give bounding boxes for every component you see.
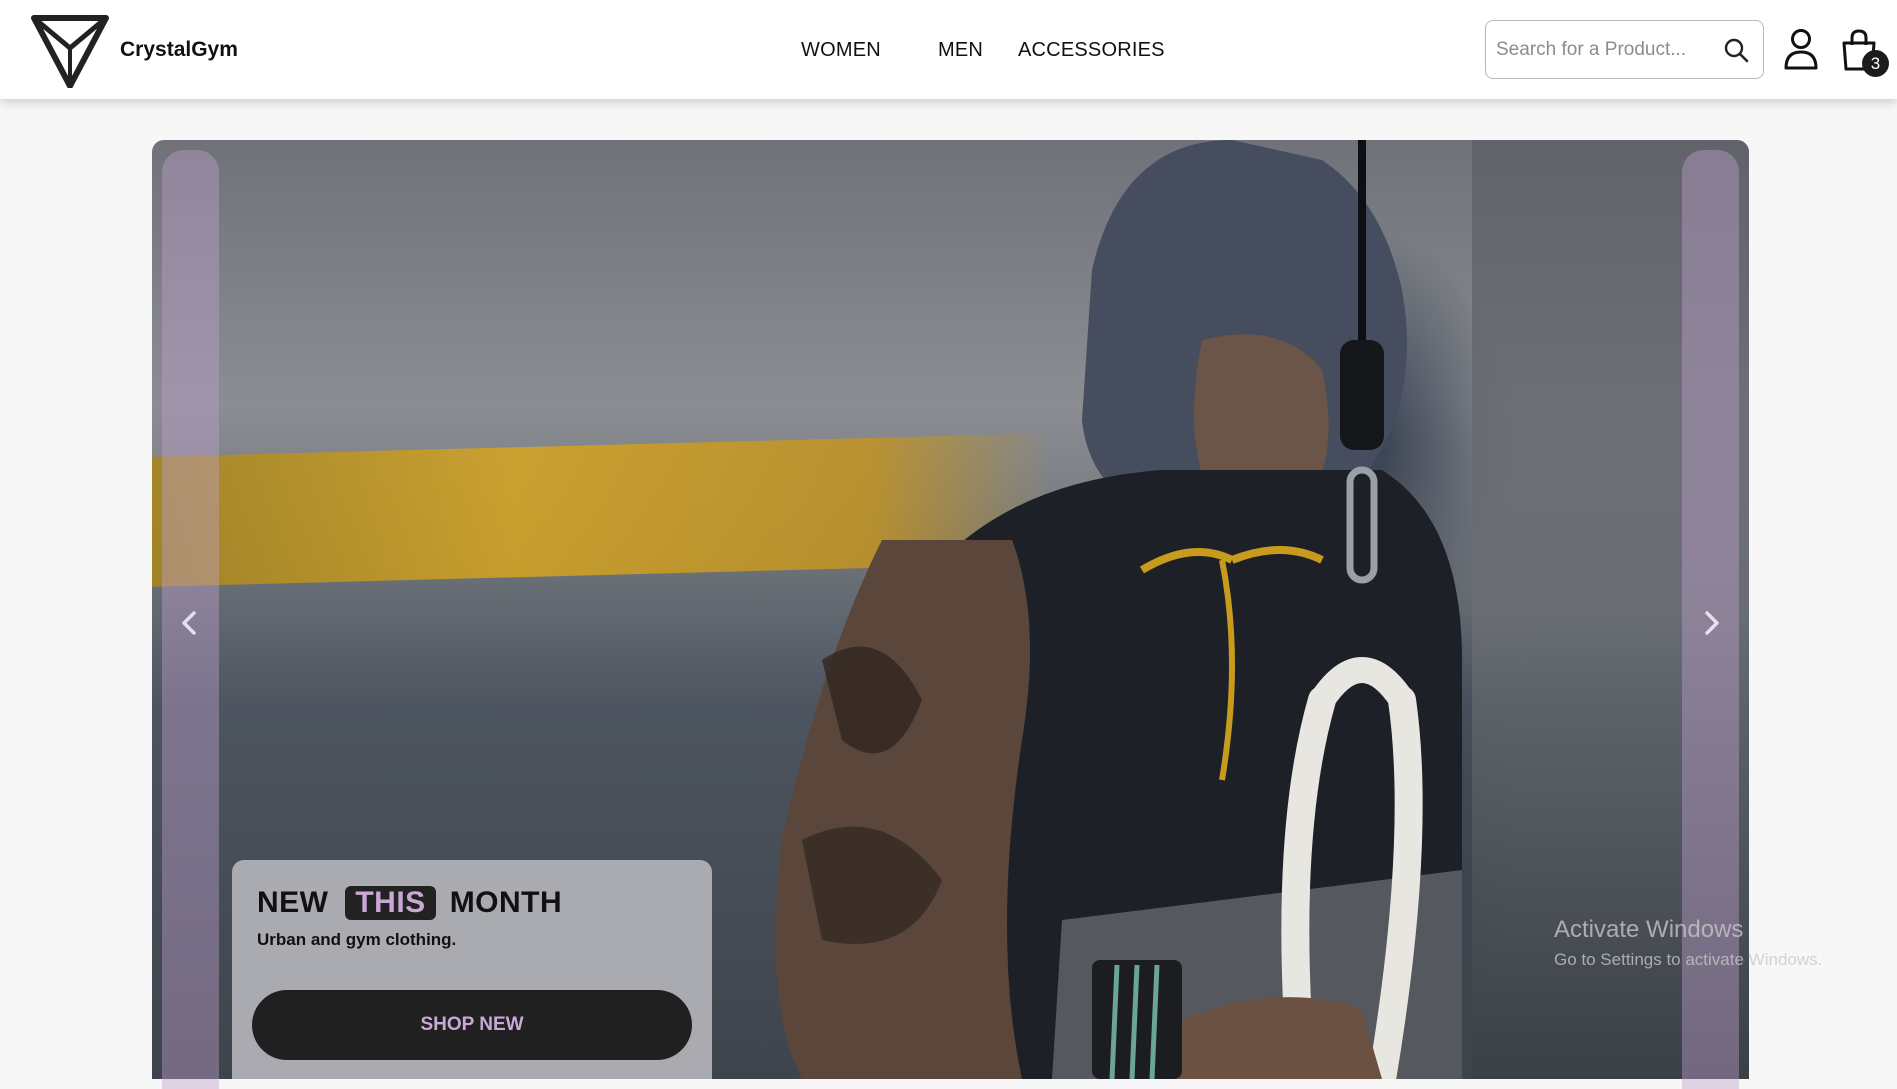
promo-card: NEW THIS MONTH Urban and gym clothing. SH… — [232, 860, 712, 1079]
promo-headline-word-1: NEW — [257, 886, 329, 919]
nav-accessories[interactable]: ACCESSORIES — [1018, 39, 1165, 62]
shop-new-button[interactable]: SHOP NEW — [252, 990, 692, 1060]
nav-men[interactable]: MEN — [938, 39, 983, 62]
search-box — [1485, 20, 1764, 79]
nav-women[interactable]: WOMEN — [801, 39, 881, 62]
brand-name[interactable]: CrystalGym — [120, 38, 238, 62]
cart-count-badge[interactable]: 3 — [1862, 50, 1889, 77]
watermark-subtitle: Go to Settings to activate Windows. — [1554, 950, 1823, 969]
windows-activation-watermark: Activate Windows Go to Settings to activ… — [1554, 916, 1822, 970]
search-icon[interactable] — [1722, 36, 1750, 64]
logo-icon[interactable] — [30, 12, 110, 88]
search-input[interactable] — [1496, 33, 1706, 67]
promo-headline-word-2: MONTH — [449, 886, 563, 919]
promo-subtitle: Urban and gym clothing. — [257, 930, 457, 949]
chevron-right-icon[interactable] — [1700, 608, 1724, 638]
chevron-left-icon[interactable] — [177, 608, 201, 638]
top-navbar: CrystalGym WOMEN MEN ACCESSORIES 3 — [0, 0, 1897, 99]
promo-headline-highlight: THIS — [345, 886, 436, 920]
hero-athlete-image — [775, 140, 1462, 1079]
user-icon[interactable] — [1783, 28, 1819, 70]
watermark-title: Activate Windows — [1554, 916, 1744, 943]
promo-headline: NEW THIS MONTH — [257, 886, 562, 920]
